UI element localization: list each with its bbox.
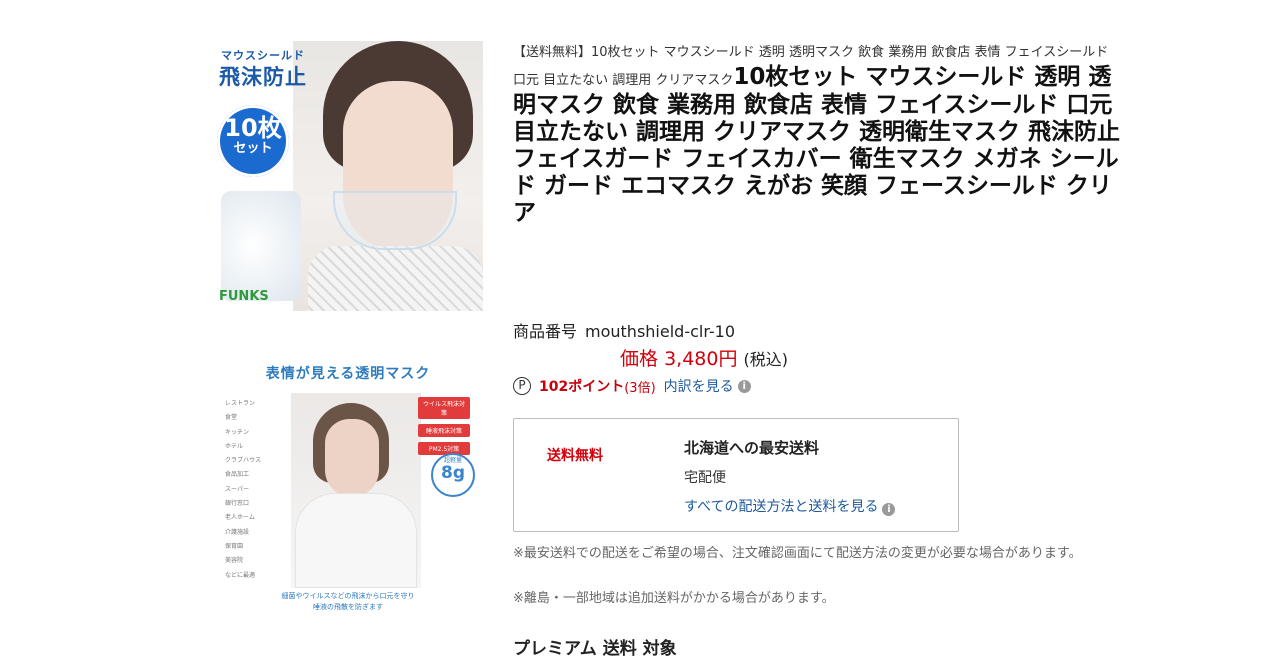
price: 価格 3,480円 (税込) xyxy=(620,344,788,371)
usage-item: 食品加工 xyxy=(225,471,250,479)
points-breakdown-link[interactable]: 内訳を見る xyxy=(664,376,734,396)
image-big-text: 飛沫防止 xyxy=(219,65,307,89)
usage-item: スーパー xyxy=(225,485,249,493)
shipping-method: 宅配便 xyxy=(684,470,726,486)
feature-tag: 睡液飛沫対策 xyxy=(418,424,470,437)
usage-list: レストラン 食堂 キッチン ホテル クラブハウス 食品加工 スーパー 銀行窓口 … xyxy=(225,397,261,583)
info-icon[interactable]: i xyxy=(737,379,751,393)
section-heading: プレミアム 送料 対象 xyxy=(513,639,677,659)
model-face xyxy=(325,419,379,497)
usage-item: などに最適 xyxy=(225,571,256,579)
usage-item: 美容院 xyxy=(225,557,244,565)
island-note: ※離島・一部地域は追加送料がかかる場合があります。 xyxy=(513,591,835,606)
feature-tags: ウイルス飛沫対策 睡液飛沫対策 PM2.5対策 xyxy=(418,397,470,460)
usage-item: 保育園 xyxy=(225,542,244,550)
usage-item: 介護施設 xyxy=(225,528,250,536)
points-value: 102ポイント xyxy=(539,379,625,395)
product-image-second[interactable]: 表情が見える透明マスク レストラン 食堂 キッチン ホテル クラブハウス 食品加… xyxy=(213,345,483,630)
badge-text: セット xyxy=(233,141,273,156)
usage-item: クラブハウス xyxy=(225,457,262,465)
model-shirt xyxy=(308,246,483,311)
title-main: 10枚セット マウスシールド 透明 透明マスク 飲食 業務用 飲食店 表情 フェ… xyxy=(513,64,1121,226)
price-value: 3,480円 xyxy=(664,348,738,370)
image2-footer: 細菌やウイルスなどの飛沫から口元を守り 唾液の飛散を防ぎます xyxy=(213,591,483,613)
set-badge: 10枚 セット xyxy=(217,105,289,177)
usage-item: ホテル xyxy=(225,442,244,450)
item-number: 商品番号 mouthshield-clr-10 xyxy=(513,318,735,342)
shipping-title: 北海道への最安送料 xyxy=(684,439,820,457)
model-photo xyxy=(291,393,421,588)
points-multiplier: (3倍) xyxy=(624,380,656,396)
shipping-box: 送料無料 北海道への最安送料 宅配便 すべての配送方法と送料を見る i xyxy=(513,418,959,532)
usage-item: レストラン xyxy=(225,400,256,407)
image2-header: 表情が見える透明マスク xyxy=(265,366,431,382)
footer-line: 唾液の飛散を防ぎます xyxy=(313,603,383,611)
usage-item: 食堂 xyxy=(225,414,238,422)
product-title: 【送料無料】10枚セット マウスシールド 透明 透明マスク 飲食 業務用 飲食店… xyxy=(513,41,1125,227)
price-label: 価格 xyxy=(620,348,659,370)
footer-line: 細菌やウイルスなどの飛沫から口元を守り xyxy=(281,592,415,600)
tax-note: (税込) xyxy=(743,350,788,369)
model-body xyxy=(295,493,417,588)
product-shield-photo xyxy=(221,191,301,301)
usage-item: 銀行窓口 xyxy=(225,500,250,508)
shipping-options-link[interactable]: すべての配送方法と送料を見る i xyxy=(684,496,896,516)
feature-tag: PM2.5対策 xyxy=(418,442,470,455)
product-image-main[interactable]: マウスシールド 飛沫防止 10枚 セット FUNKS xyxy=(213,41,483,311)
shipping-link-text[interactable]: すべての配送方法と送料を見る xyxy=(684,499,878,515)
weight-value: 8g xyxy=(441,463,465,483)
shipping-note: ※最安送料での配送をご希望の場合、注文確認画面にて配送方法の変更が必要な場合があ… xyxy=(513,546,1082,561)
usage-item: 老人ホーム xyxy=(225,514,255,522)
item-number-value: mouthshield-clr-10 xyxy=(585,322,736,341)
weight-badge: 超軽量 8g xyxy=(431,453,475,497)
badge-number: 10枚 xyxy=(224,114,282,142)
brand-logo: FUNKS xyxy=(219,289,269,304)
usage-item: キッチン xyxy=(225,428,250,436)
info-icon[interactable]: i xyxy=(882,503,896,516)
feature-tag: ウイルス飛沫対策 xyxy=(418,397,470,419)
points-row: P 102ポイント (3倍) 内訳を見る i xyxy=(513,376,751,396)
free-shipping-label: 送料無料 xyxy=(547,448,603,464)
point-icon: P xyxy=(513,377,531,395)
item-number-label: 商品番号 xyxy=(513,322,578,341)
